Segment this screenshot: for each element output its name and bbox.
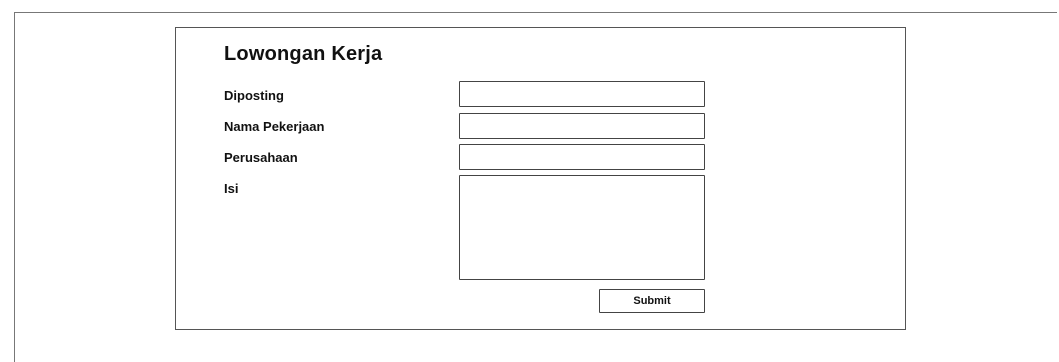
isi-label: Isi: [224, 181, 239, 196]
perusahaan-label: Perusahaan: [224, 150, 298, 165]
nama-pekerjaan-input[interactable]: [459, 113, 705, 139]
nama-pekerjaan-label: Nama Pekerjaan: [224, 119, 325, 134]
submit-button[interactable]: Submit: [599, 289, 705, 313]
diposting-input[interactable]: [459, 81, 705, 107]
form-title: Lowongan Kerja: [224, 43, 383, 65]
perusahaan-input[interactable]: [459, 144, 705, 170]
job-posting-form: Lowongan Kerja Diposting Nama Pekerjaan …: [175, 27, 906, 330]
diposting-label: Diposting: [224, 88, 284, 103]
isi-textarea[interactable]: [459, 175, 705, 280]
